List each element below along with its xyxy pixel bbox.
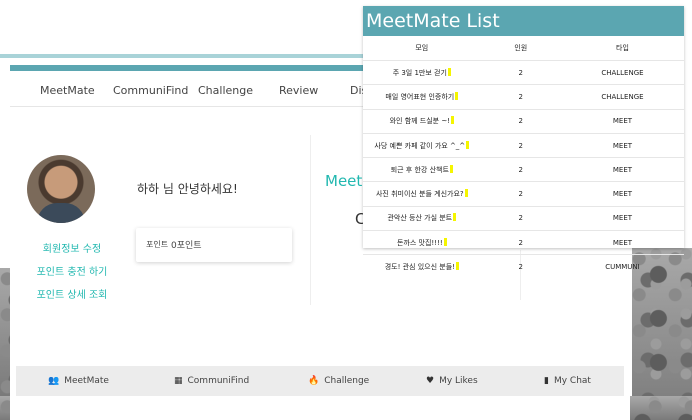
meetmate-list-modal: MeetMate List 모임 인원 타입 주 3일 1만보 걷기 2 CHA… [363,6,684,279]
highlight-mark [451,116,455,125]
meet-count: 2 [480,132,561,158]
meet-type: CHALLENGE [560,84,684,110]
bottom-nav-label: Challenge [324,376,370,386]
highlight-mark [447,67,451,76]
bottom-nav-label: My Likes [439,376,478,386]
table-row[interactable]: 사진 취미이신 분들 계신가요? 2 MEET [363,181,684,207]
points-card: 포인트 0포인트 [136,228,292,262]
meet-type: MEET [560,157,684,182]
meet-name: 주 3일 1만보 걷기 [392,68,447,77]
heart-icon: ♥ [426,376,435,386]
highlight-mark [443,237,447,246]
table-row[interactable]: 경도! 관심 있으신 분들! 2 CUMMUNI [363,254,684,279]
nav-divider [10,106,365,107]
highlight-mark [464,189,468,198]
bottom-nav-label: CommuniFind [187,376,250,386]
bottom-nav: 👥 MeetMate ▦ CommuniFind 🔥 Challenge ♥ M… [16,366,624,396]
meet-count: 2 [480,157,561,182]
meet-count: 2 [480,205,561,231]
greeting-text: 하하 님 안녕하세요! [137,182,238,196]
meet-count: 2 [480,108,561,134]
highlight-mark [466,140,470,149]
profile-links: 회원정보 수정 포인트 충전 하기 포인트 상세 조회 [22,240,122,309]
people-icon: 👥 [48,376,60,386]
bottom-nav-meetmate[interactable]: 👥 MeetMate [48,376,109,386]
bottom-nav-my-chat[interactable]: ▮ My Chat [544,376,591,386]
highlight-mark [453,213,457,222]
meet-name: 퇴근 후 한강 산책트 [390,165,449,174]
table-row[interactable]: 와인 함께 드실분 ~! 2 MEET [363,108,684,134]
top-nav: MeetMate CommuniFind Challenge Review Di… [10,72,370,108]
avatar-shirt [37,203,85,223]
bottom-nav-communifind[interactable]: ▦ CommuniFind [174,376,249,386]
column-header-name: 모임 [415,44,429,52]
nav-item-challenge[interactable]: Challenge [198,72,253,97]
nav-item-communifind[interactable]: CommuniFind [113,72,188,97]
edit-profile-link[interactable]: 회원정보 수정 [22,240,122,255]
meet-type: CHALLENGE [560,59,684,85]
bottom-nav-challenge[interactable]: 🔥 Challenge [308,376,369,386]
meetmate-table: 모임 인원 타입 주 3일 1만보 걷기 2 CHALLENGE 매일 영어표현… [363,36,684,279]
meet-type: MEET [560,132,684,158]
nav-item-meetmate[interactable]: MeetMate [40,72,95,97]
table-row[interactable]: 사당 예쁜 카페 같이 가요 ^_^ 2 MEET [363,132,684,158]
highlight-mark [455,262,459,271]
points-value: 0포인트 [171,241,202,251]
meet-type: MEET [560,181,684,207]
meet-name: 돈까스 맛집!!!! [396,238,443,247]
table-header-row: 모임 인원 타입 [363,36,684,61]
meet-type: MEET [560,108,684,134]
nav-item-review[interactable]: Review [279,72,318,97]
meet-name: 사당 예쁜 카페 같이 가요 ^_^ [374,141,466,150]
table-row[interactable]: 관악산 등산 가실 분트 2 MEET [363,205,684,231]
bookmark-icon: ▮ [544,376,549,386]
avatar [27,155,95,223]
modal-title: MeetMate List [363,6,684,36]
bottom-nav-label: My Chat [553,376,591,386]
meet-name: 매일 영어표현 인증하기 [385,92,455,101]
column-header-count: 인원 [514,44,528,52]
bottom-nav-label: MeetMate [64,376,109,386]
charge-points-link[interactable]: 포인트 충전 하기 [22,263,122,278]
fire-icon: 🔥 [308,376,320,386]
bottom-nav-my-likes[interactable]: ♥ My Likes [426,376,478,386]
divider [310,135,311,305]
meet-type: MEET [560,205,684,231]
meet-name: 관악산 등산 가실 분트 [387,214,453,223]
column-header-type: 타입 [616,44,629,52]
meet-count: 2 [480,84,561,110]
meet-name: 와인 함께 드실분 ~! [389,117,451,126]
meet-name: 경도! 관심 있으신 분들! [384,263,455,272]
highlight-mark [455,91,459,100]
points-detail-link[interactable]: 포인트 상세 조회 [22,286,122,301]
meet-name: 사진 취미이신 분들 계신가요? [375,190,464,199]
points-label: 포인트 [146,240,169,249]
highlight-mark [449,164,453,173]
meet-count: 2 [480,59,561,85]
meet-type: CUMMUNI [560,254,684,279]
meet-count: 2 [480,254,561,279]
table-row[interactable]: 돈까스 맛집!!!! 2 MEET [363,230,684,255]
section-heading-partial: Meet [325,172,363,190]
meet-count: 2 [480,230,561,255]
grid-icon: ▦ [174,376,183,386]
table-row[interactable]: 매일 영어표현 인증하기 2 CHALLENGE [363,84,684,110]
accent-line [0,54,370,58]
accent-line [10,65,380,71]
table-row[interactable]: 퇴근 후 한강 산책트 2 MEET [363,157,684,182]
meet-count: 2 [480,181,561,207]
meet-type: MEET [560,230,684,255]
table-row[interactable]: 주 3일 1만보 걷기 2 CHALLENGE [363,59,684,85]
